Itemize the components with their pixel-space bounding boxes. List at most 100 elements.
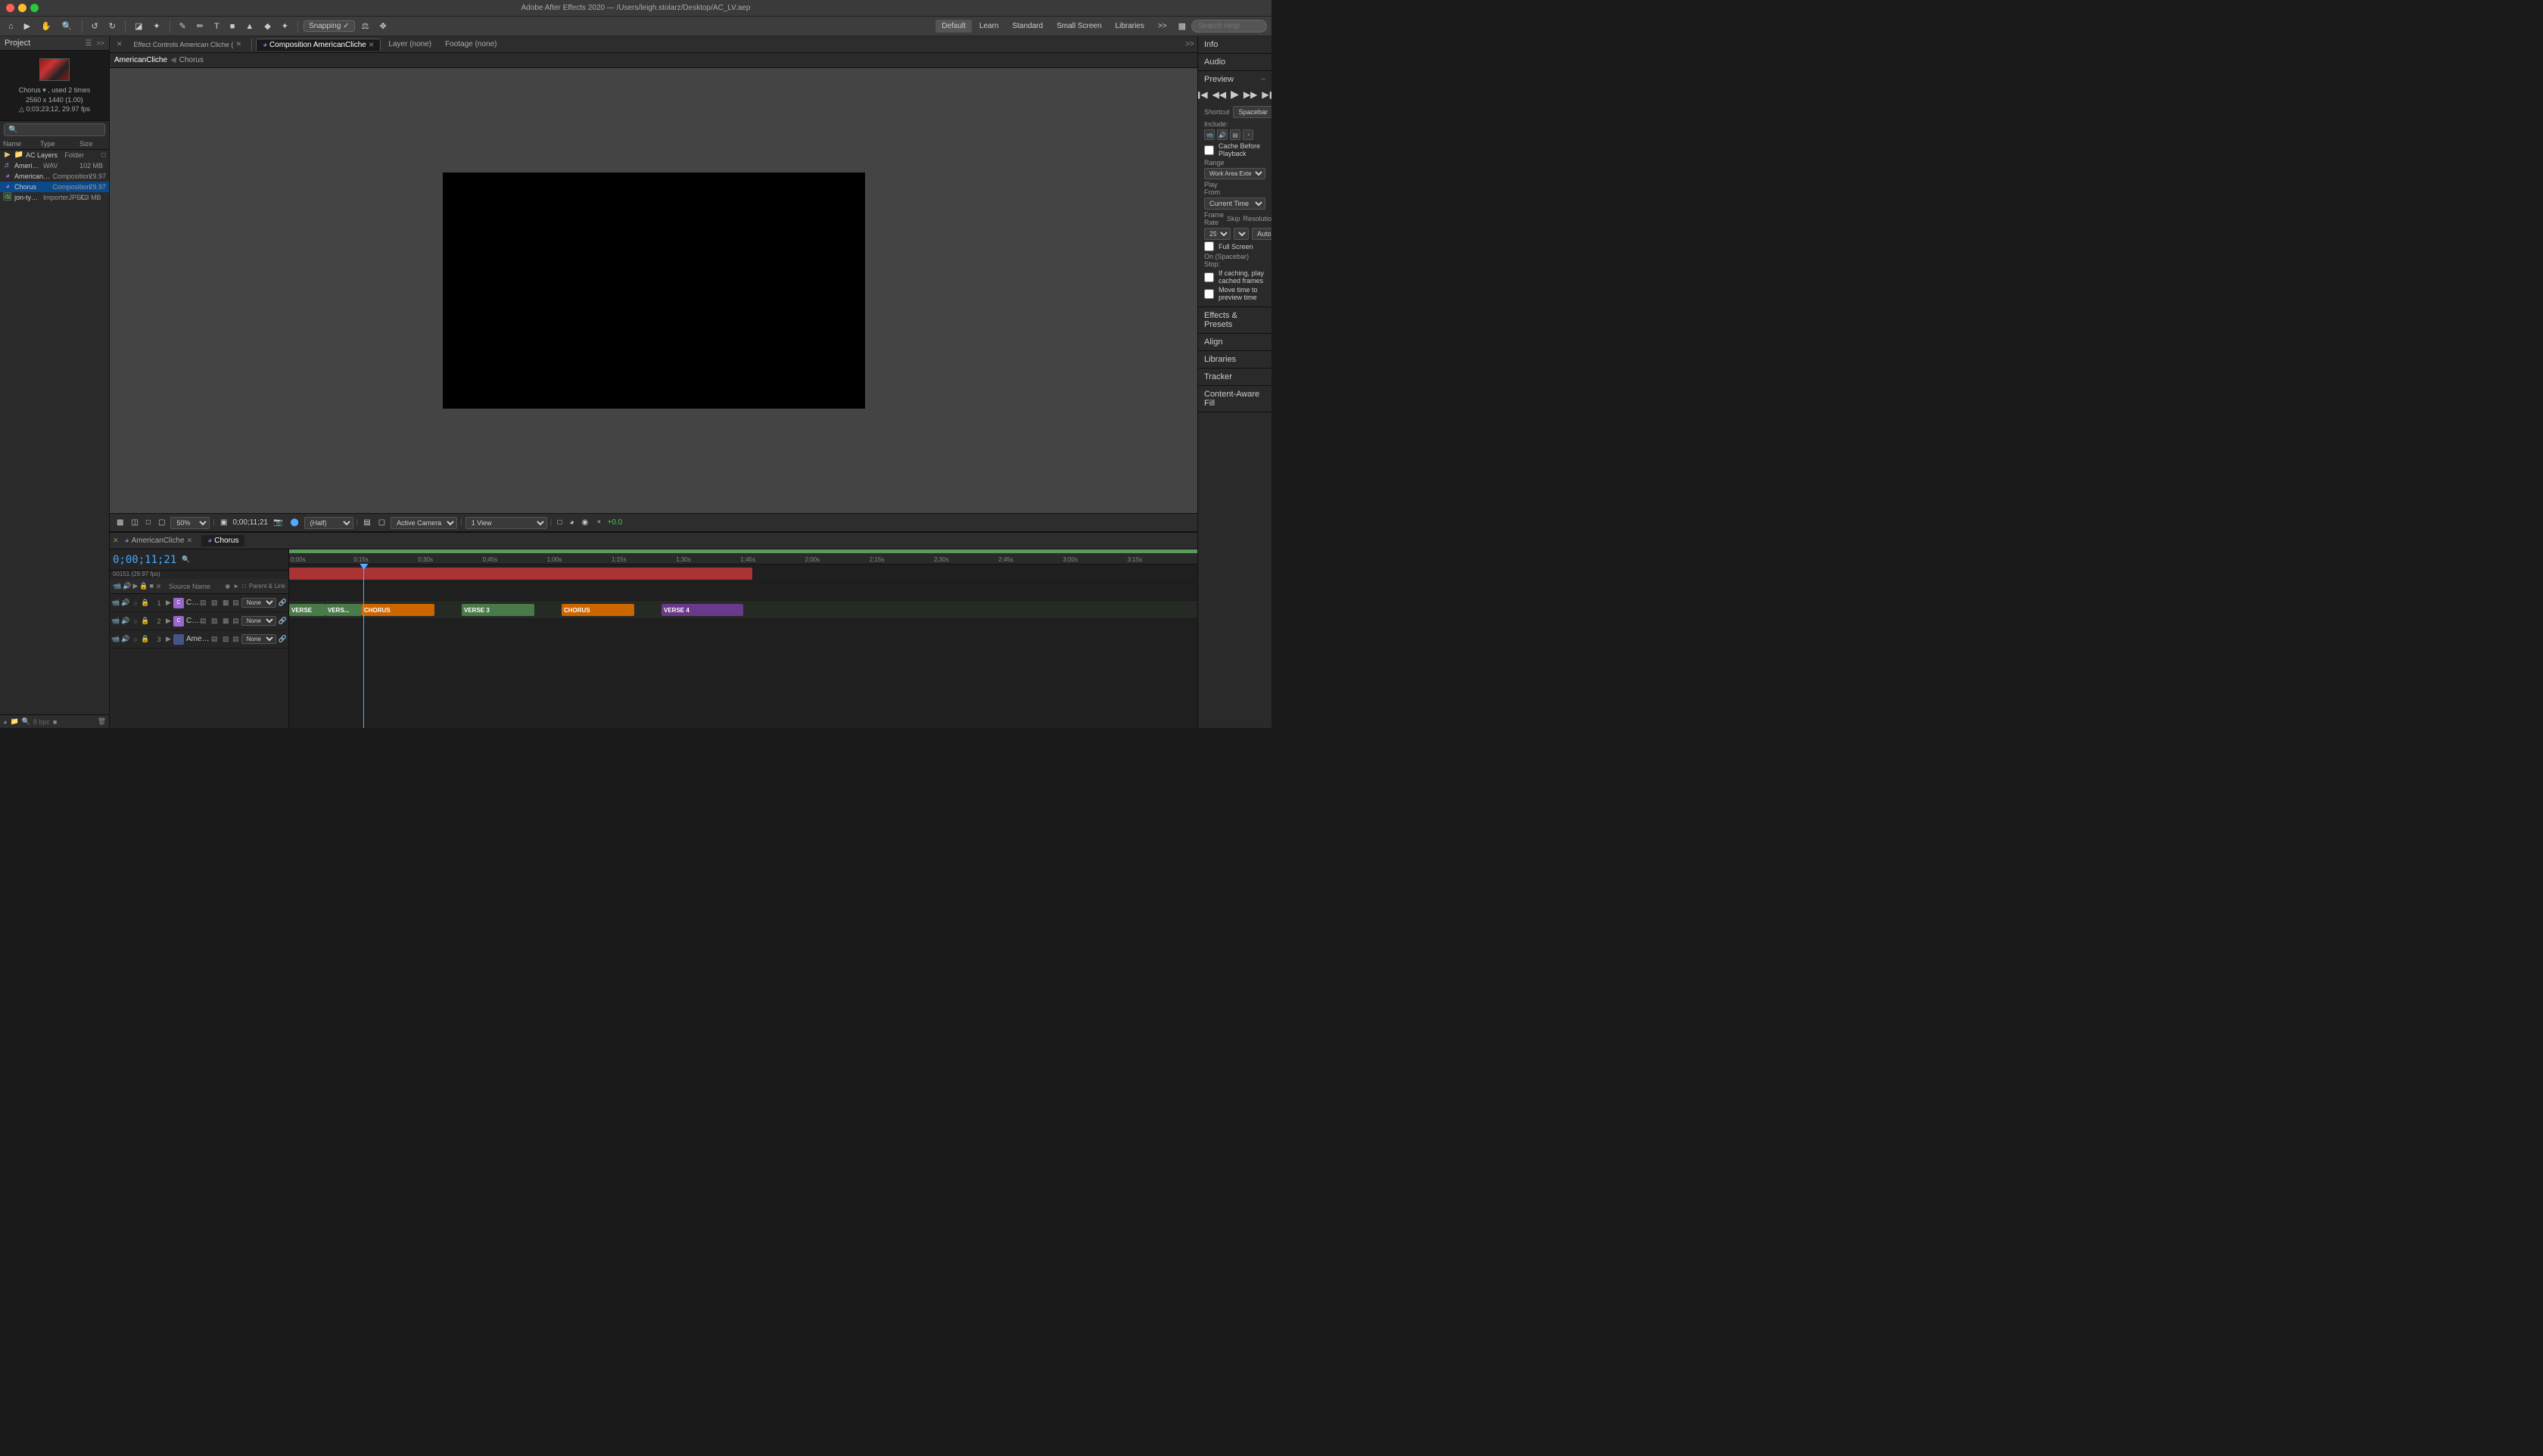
quality-select[interactable]: (Half) (Full) (Quarter): [304, 517, 353, 529]
nav-libraries[interactable]: Libraries: [1110, 20, 1150, 33]
composition-tab[interactable]: ◕ Composition AmericanCliche ✕: [256, 39, 381, 51]
lr-3d-1[interactable]: ▦: [221, 599, 230, 608]
view-select[interactable]: 1 View 2 Views - Horizontal: [465, 517, 547, 529]
align-section[interactable]: Align: [1198, 334, 1272, 351]
new-comp-btn[interactable]: ◕: [3, 718, 7, 726]
lr-solo-3[interactable]: ○: [131, 635, 140, 644]
layer-tab[interactable]: Layer (none): [382, 39, 437, 50]
lr-solo-1[interactable]: ○: [131, 599, 140, 608]
layer-row-1[interactable]: 📹 🔊 ○ 🔒 1 ▶ C Chorus ▤ ▨ ▦: [110, 594, 288, 612]
project-item-americancliche[interactable]: ◕ AmericanCliche Composition 29.97: [0, 171, 109, 182]
nav-small-screen[interactable]: Small Screen: [1051, 20, 1107, 33]
lr-switch-2[interactable]: ▤: [198, 617, 207, 626]
paint-tool[interactable]: ◆: [260, 20, 274, 33]
vt-color-btn[interactable]: ⬤: [288, 518, 300, 527]
fullscreen-checkbox[interactable]: [1204, 241, 1214, 251]
vt-grid-btn[interactable]: ◫: [129, 518, 140, 527]
minimize-button[interactable]: [18, 4, 26, 12]
zoom-select[interactable]: 50% 100% 25%: [170, 517, 210, 529]
vt-render-btn[interactable]: ◉: [579, 518, 590, 527]
libraries-section[interactable]: Libraries: [1198, 351, 1272, 369]
project-item-ac-layers[interactable]: ▶ 📁 AC Layers Folder ◻: [0, 150, 109, 160]
search-input[interactable]: [1191, 20, 1267, 33]
playhead[interactable]: [363, 565, 364, 728]
lr-video-2[interactable]: 📹: [111, 617, 120, 626]
audio-section[interactable]: Audio: [1198, 54, 1272, 71]
preview-fwd-frame[interactable]: ▶▶: [1243, 89, 1258, 101]
lr-video-1[interactable]: 📹: [111, 599, 120, 608]
delete-btn[interactable]: 🗑: [98, 717, 106, 726]
breadcrumb-chorus[interactable]: Chorus: [179, 56, 204, 64]
project-item-chorus[interactable]: ◕ Chorus Composition 29.97: [0, 182, 109, 192]
brush-tool[interactable]: ✏: [193, 20, 207, 33]
range-select[interactable]: Work Area Extended By Current ...: [1204, 168, 1265, 179]
project-item-jon[interactable]: 🖼 jon-tys...lash.jpg ImporterJPEG 4.3 MB: [0, 192, 109, 203]
vt-3d-btn[interactable]: ▢: [156, 518, 167, 527]
create-folder-btn[interactable]: ◻: [101, 151, 106, 158]
res-select[interactable]: Auto Full Half: [1252, 228, 1272, 240]
effect-controls-close[interactable]: ✕: [235, 40, 241, 48]
lr-audio-2[interactable]: 🔊: [121, 617, 130, 626]
content-aware-fill-section[interactable]: Content-Aware Fill: [1198, 386, 1272, 412]
clip-verse-2[interactable]: VERS...: [325, 604, 362, 616]
preview-back-frame[interactable]: ◀◀: [1212, 89, 1227, 101]
close-tl-tab[interactable]: ✕: [113, 537, 119, 545]
pi-render-icon[interactable]: ◔: [1243, 129, 1253, 140]
vt-comp-btn[interactable]: ◕: [567, 518, 576, 527]
nav-default[interactable]: Default: [935, 20, 972, 33]
lr-paint-2[interactable]: ▨: [210, 617, 219, 626]
viewer-tab-expand[interactable]: >>: [1185, 40, 1194, 48]
tl-tab-close-americancliche[interactable]: ✕: [187, 537, 193, 545]
track-row-1[interactable]: [289, 565, 1197, 583]
vt-fit-btn[interactable]: ▣: [218, 518, 229, 527]
fps-select[interactable]: 29.97: [1204, 228, 1231, 240]
lr-parent-select-3[interactable]: None: [241, 634, 276, 644]
project-expand[interactable]: >>: [96, 39, 104, 47]
timeline-search[interactable]: 🔍: [182, 555, 190, 564]
grid-btn[interactable]: ◪: [131, 20, 146, 33]
lr-3d-2[interactable]: ▦: [221, 617, 230, 626]
lr-lock-2[interactable]: 🔒: [141, 617, 150, 626]
lr-switch-3[interactable]: ▤: [210, 635, 219, 644]
preview-to-end[interactable]: ▶▮: [1261, 89, 1272, 101]
lr-lock-3[interactable]: 🔒: [141, 635, 150, 644]
lr-switch-1[interactable]: ▤: [198, 599, 207, 608]
eraser-tool[interactable]: ■: [226, 20, 239, 33]
project-item-america-wav[interactable]: ♬ America_K).wav WAV 102 MB: [0, 160, 109, 171]
settings-btn[interactable]: ■: [53, 718, 57, 726]
text-tool[interactable]: T: [210, 20, 223, 33]
home-tool[interactable]: ⌂: [5, 20, 17, 33]
preview-play-stop[interactable]: ▶: [1230, 87, 1240, 101]
layer-row-3[interactable]: 📹 🔊 ○ 🔒 3 ▶ America...D DK).wav ▤ ▨ ▤: [110, 630, 288, 649]
nav-standard[interactable]: Standard: [1006, 20, 1049, 33]
project-search-input[interactable]: [4, 123, 105, 136]
lr-solo-2[interactable]: ○: [131, 617, 140, 626]
play-from-select[interactable]: Current Time: [1204, 198, 1265, 210]
vt-exposure-btn[interactable]: ⚬: [593, 518, 604, 527]
timeline-tab-americancliche[interactable]: ◕ AmericanCliche ✕: [119, 535, 199, 546]
pi-audio-icon[interactable]: 🔊: [1217, 129, 1228, 140]
layer-row-2[interactable]: 📹 🔊 ○ 🔒 2 ▶ C Chorus ▤ ▨ ▦: [110, 612, 288, 630]
clip-chorus-1[interactable]: CHORUS: [362, 604, 434, 616]
skip-select[interactable]: 0: [1234, 228, 1249, 240]
vt-mask-btn[interactable]: □: [144, 518, 153, 527]
info-section[interactable]: Info: [1198, 36, 1272, 54]
pen-tool[interactable]: ✎: [176, 20, 190, 33]
nav-learn[interactable]: Learn: [973, 20, 1005, 33]
breadcrumb-americancliche[interactable]: AmericanCliche: [114, 56, 167, 64]
shortcut-select[interactable]: Spacebar: [1233, 106, 1272, 118]
timeline-tab-chorus[interactable]: ◕ Chorus: [201, 535, 244, 546]
clip-verse-3[interactable]: VERSE 3: [462, 604, 534, 616]
vt-region-btn[interactable]: ▢: [376, 518, 388, 527]
footage-tab[interactable]: Footage (none): [439, 39, 503, 50]
clip-layer1-main[interactable]: [289, 568, 752, 580]
maximize-button[interactable]: [30, 4, 39, 12]
search-btn[interactable]: 🔍: [22, 717, 30, 726]
snapping-toggle[interactable]: Snapping ✓: [303, 20, 355, 32]
vt-view-opts[interactable]: □: [555, 518, 564, 527]
snap-icon[interactable]: ⚖: [358, 20, 373, 33]
transform-btn[interactable]: ✥: [376, 20, 391, 33]
lr-paint-1[interactable]: ▨: [210, 599, 219, 608]
lr-lock-1[interactable]: 🔒: [141, 599, 150, 608]
motion-btn[interactable]: ✦: [149, 20, 163, 33]
